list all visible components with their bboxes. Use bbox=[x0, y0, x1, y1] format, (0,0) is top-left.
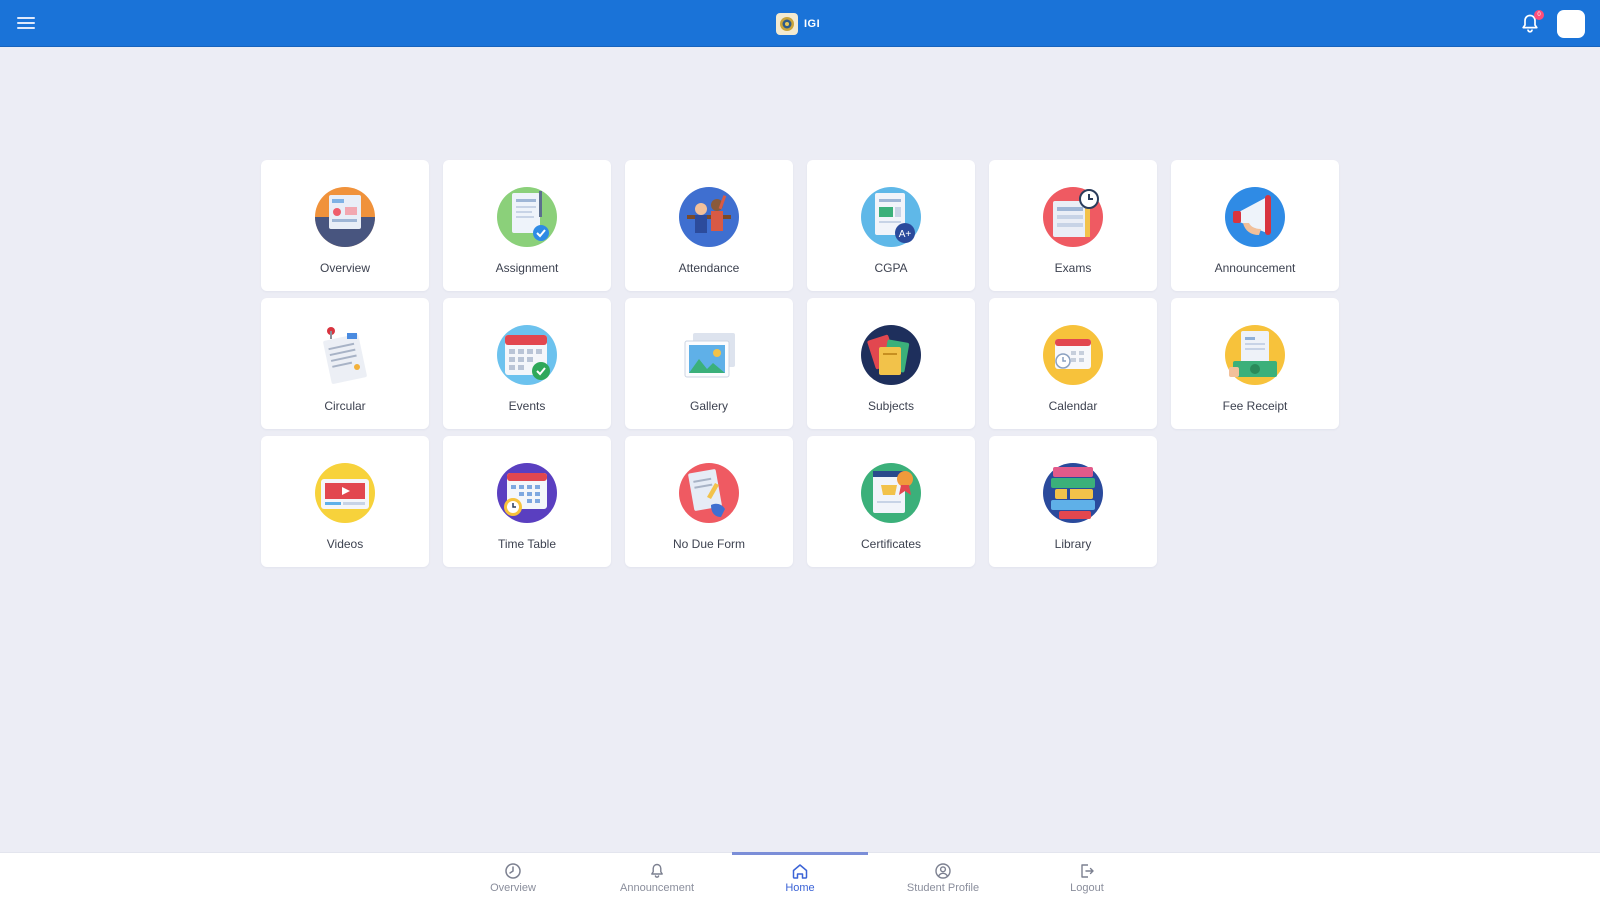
brand-text: IGI bbox=[804, 18, 821, 30]
tile-label: Calendar bbox=[1048, 399, 1098, 413]
tile-label: Certificates bbox=[860, 537, 922, 551]
avatar[interactable] bbox=[1557, 10, 1585, 38]
calendar-icon bbox=[1041, 323, 1105, 387]
nav-label: Overview bbox=[490, 882, 536, 894]
assignment-icon bbox=[495, 185, 559, 249]
clock-icon bbox=[504, 862, 522, 880]
tile-label: Subjects bbox=[867, 399, 915, 413]
tile-subjects[interactable]: Subjects bbox=[807, 298, 975, 429]
tile-assignment[interactable]: Assignment bbox=[443, 160, 611, 291]
exams-icon bbox=[1041, 185, 1105, 249]
tile-announcement[interactable]: Announcement bbox=[1171, 160, 1339, 291]
announcement-icon bbox=[1223, 185, 1287, 249]
svg-text:A+: A+ bbox=[899, 229, 912, 240]
menu-icon[interactable] bbox=[17, 13, 39, 33]
tile-fee-receipt[interactable]: Fee Receipt bbox=[1171, 298, 1339, 429]
bell-icon bbox=[648, 862, 666, 880]
brand: IGI bbox=[776, 12, 820, 36]
attendance-icon bbox=[677, 185, 741, 249]
tile-label: CGPA bbox=[874, 261, 908, 275]
feature-grid: Overview Assignment Attendance A+ CGPA E… bbox=[261, 160, 1339, 567]
tile-label: Exams bbox=[1054, 261, 1092, 275]
tile-label: Assignment bbox=[495, 261, 559, 275]
certificates-icon bbox=[859, 461, 923, 525]
tile-label: Circular bbox=[324, 399, 366, 413]
no-due-form-icon bbox=[677, 461, 741, 525]
nav-label: Logout bbox=[1070, 882, 1104, 894]
time-table-icon bbox=[495, 461, 559, 525]
nav-label: Announcement bbox=[620, 882, 694, 894]
tile-label: Library bbox=[1054, 537, 1092, 551]
nav-item-home[interactable]: Home bbox=[732, 852, 868, 900]
nav-item-student-profile[interactable]: Student Profile bbox=[875, 853, 1011, 900]
library-icon bbox=[1041, 461, 1105, 525]
top-app-bar: IGI 0 bbox=[0, 0, 1600, 47]
nav-item-logout[interactable]: Logout bbox=[1019, 853, 1155, 900]
tile-overview[interactable]: Overview bbox=[261, 160, 429, 291]
nav-label: Student Profile bbox=[906, 882, 980, 894]
fee-receipt-icon bbox=[1223, 323, 1287, 387]
bottom-navigation: Overview Announcement Home Student Profi… bbox=[0, 852, 1600, 900]
overview-icon bbox=[313, 185, 377, 249]
tile-label: Overview bbox=[319, 261, 370, 275]
tile-calendar[interactable]: Calendar bbox=[989, 298, 1157, 429]
tile-label: Videos bbox=[326, 537, 364, 551]
tile-label: Announcement bbox=[1214, 261, 1296, 275]
tile-videos[interactable]: Videos bbox=[261, 436, 429, 567]
nav-item-announcement[interactable]: Announcement bbox=[589, 853, 725, 900]
cgpa-icon: A+ bbox=[859, 185, 923, 249]
subjects-icon bbox=[859, 323, 923, 387]
nav-label: Home bbox=[785, 882, 815, 894]
tile-label: Gallery bbox=[689, 399, 728, 413]
tile-cgpa[interactable]: A+ CGPA bbox=[807, 160, 975, 291]
tile-certificates[interactable]: Certificates bbox=[807, 436, 975, 567]
videos-icon bbox=[313, 461, 377, 525]
circular-icon bbox=[313, 323, 377, 387]
logout-icon bbox=[1078, 862, 1096, 880]
tile-label: Events bbox=[508, 399, 546, 413]
nav-item-overview[interactable]: Overview bbox=[445, 853, 581, 900]
tile-circular[interactable]: Circular bbox=[261, 298, 429, 429]
tile-exams[interactable]: Exams bbox=[989, 160, 1157, 291]
tile-label: Time Table bbox=[497, 537, 557, 551]
tile-label: Attendance bbox=[678, 261, 740, 275]
tile-library[interactable]: Library bbox=[989, 436, 1157, 567]
tile-label: No Due Form bbox=[672, 537, 746, 551]
tile-gallery[interactable]: Gallery bbox=[625, 298, 793, 429]
notification-badge: 0 bbox=[1534, 10, 1544, 20]
tile-attendance[interactable]: Attendance bbox=[625, 160, 793, 291]
tile-label: Fee Receipt bbox=[1222, 399, 1288, 413]
events-icon bbox=[495, 323, 559, 387]
notification-button[interactable]: 0 bbox=[1518, 10, 1544, 36]
home-icon bbox=[791, 862, 809, 880]
tile-events[interactable]: Events bbox=[443, 298, 611, 429]
tile-no-due-form[interactable]: No Due Form bbox=[625, 436, 793, 567]
user-circle-icon bbox=[934, 862, 952, 880]
college-logo-icon bbox=[776, 13, 798, 35]
gallery-icon bbox=[677, 323, 741, 387]
tile-time-table[interactable]: Time Table bbox=[443, 436, 611, 567]
